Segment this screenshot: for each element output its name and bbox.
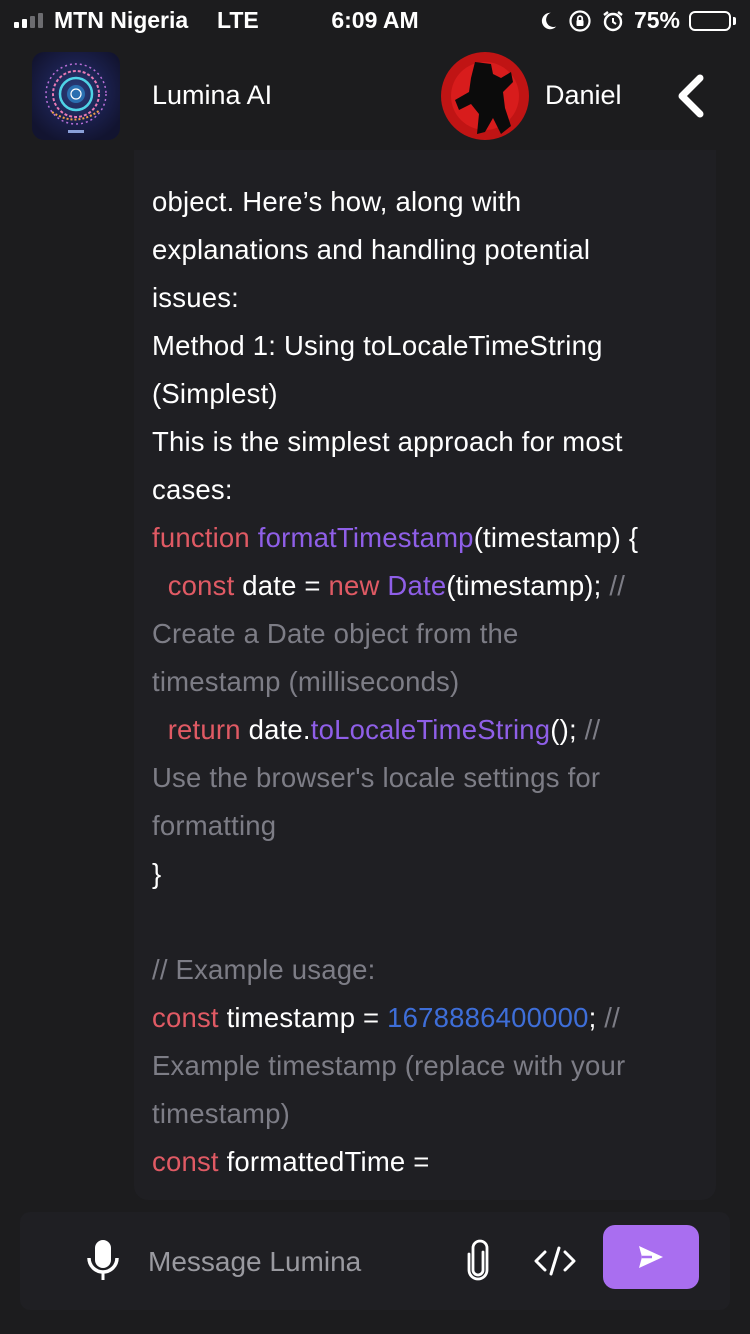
- chevron-left-icon: [678, 74, 704, 118]
- code-token-text: cases:: [152, 474, 233, 505]
- code-token-text: This is the simplest approach for most: [152, 426, 623, 457]
- message-line: (Simplest): [152, 370, 712, 418]
- microphone-icon: [87, 1240, 119, 1280]
- status-icons: 75%: [537, 7, 736, 34]
- back-button[interactable]: [672, 72, 712, 120]
- message-line: issues:: [152, 274, 712, 322]
- message-line: timestamp (milliseconds): [152, 658, 712, 706]
- attach-button[interactable]: [460, 1238, 496, 1284]
- message-line: object. Here’s how, along with: [152, 178, 712, 226]
- code-token-function: formatTimestamp: [257, 522, 474, 553]
- paperclip-icon: [467, 1239, 489, 1281]
- code-token-text: ;: [588, 1002, 605, 1033]
- send-button[interactable]: [603, 1225, 699, 1289]
- code-token-comment: //: [584, 714, 601, 745]
- message-line: }: [152, 850, 712, 898]
- message-line: formatting: [152, 802, 712, 850]
- message-line: const date = new Date(timestamp); //: [152, 562, 712, 610]
- code-token-comment: //: [609, 570, 626, 601]
- code-token-comment: //: [604, 1002, 620, 1033]
- code-token-keyword: const: [167, 570, 235, 601]
- message-line: Example timestamp (replace with your: [152, 1042, 712, 1090]
- message-line: Method 1: Using toLocaleTimeString: [152, 322, 712, 370]
- chat-header: Lumina AI Daniel: [0, 44, 750, 150]
- code-token-text: date =: [234, 570, 329, 601]
- code-token-comment: // Example usage:: [152, 954, 376, 985]
- code-token-text: object. Here’s how, along with: [152, 186, 522, 217]
- lumina-logo-icon[interactable]: [32, 52, 120, 140]
- code-token-text: formattedTime =: [218, 1146, 430, 1177]
- code-button[interactable]: [532, 1240, 578, 1282]
- code-token-function: Date: [387, 570, 447, 601]
- code-token-comment: formatting: [152, 810, 277, 841]
- code-token-text: ();: [550, 714, 585, 745]
- message-line: return date.toLocaleTimeString(); //: [152, 706, 712, 754]
- message-line: Create a Date object from the: [152, 610, 712, 658]
- code-token-number: 1678886400000: [387, 1002, 589, 1033]
- code-token-comment: timestamp (milliseconds): [152, 666, 460, 697]
- code-token-comment: Example timestamp (replace with your: [152, 1050, 626, 1081]
- code-token-text: (timestamp) {: [473, 522, 639, 553]
- mic-button[interactable]: [80, 1236, 126, 1286]
- message-line: cases:: [152, 466, 712, 514]
- user-avatar[interactable]: [441, 52, 529, 140]
- code-token-keyword: return: [167, 714, 241, 745]
- code-token-keyword: function: [152, 522, 258, 553]
- code-token-keyword: new: [328, 570, 388, 601]
- message-line: // Example usage:: [152, 946, 712, 994]
- user-name: Daniel: [545, 80, 622, 110]
- code-icon: [534, 1246, 576, 1276]
- code-token-text: (Simplest): [152, 378, 278, 409]
- message-composer: [20, 1212, 730, 1310]
- code-token-comment: Use the browser's locale settings for: [152, 762, 601, 793]
- message-line: explanations and handling potential: [152, 226, 712, 274]
- code-token-function: toLocaleTimeString: [310, 714, 551, 745]
- message-line: const timestamp = 1678886400000; //: [152, 994, 712, 1042]
- app-name: Lumina AI: [152, 80, 273, 110]
- chat-area[interactable]: 7:13 PM") using JavaScript's Dateobject.…: [0, 130, 750, 1210]
- code-token-text: }: [152, 858, 162, 889]
- moon-icon: [537, 10, 559, 32]
- code-token-comment: Create a Date object from the: [152, 618, 519, 649]
- alarm-icon: [601, 9, 625, 33]
- orientation-lock-icon: [568, 9, 592, 33]
- message-input[interactable]: [146, 1234, 450, 1290]
- code-token-text: (timestamp);: [446, 570, 610, 601]
- code-token-comment: timestamp): [152, 1098, 290, 1129]
- code-token-text: explanations and handling potential: [152, 234, 591, 265]
- message-line: function formatTimestamp(timestamp) {: [152, 514, 712, 562]
- message-line: [152, 898, 712, 946]
- message-line: Use the browser's locale settings for: [152, 754, 712, 802]
- code-token-text: Method 1: Using toLocaleTimeString: [152, 330, 603, 361]
- message-line: timestamp): [152, 1090, 712, 1138]
- battery-icon: [689, 10, 736, 31]
- status-bar: MTN Nigeria LTE 6:09 AM 75%: [0, 0, 750, 40]
- send-icon: [639, 1246, 663, 1268]
- code-token-text: date.: [240, 714, 311, 745]
- message-line: This is the simplest approach for most: [152, 418, 712, 466]
- message-line: const formattedTime =: [152, 1138, 712, 1186]
- ai-message-text: 7:13 PM") using JavaScript's Dateobject.…: [152, 130, 712, 1186]
- code-token-keyword: const: [152, 1146, 219, 1177]
- battery-percent: 75%: [633, 7, 680, 33]
- code-token-text: issues:: [152, 282, 239, 313]
- code-token-keyword: const: [152, 1002, 219, 1033]
- code-token-text: timestamp =: [218, 1002, 388, 1033]
